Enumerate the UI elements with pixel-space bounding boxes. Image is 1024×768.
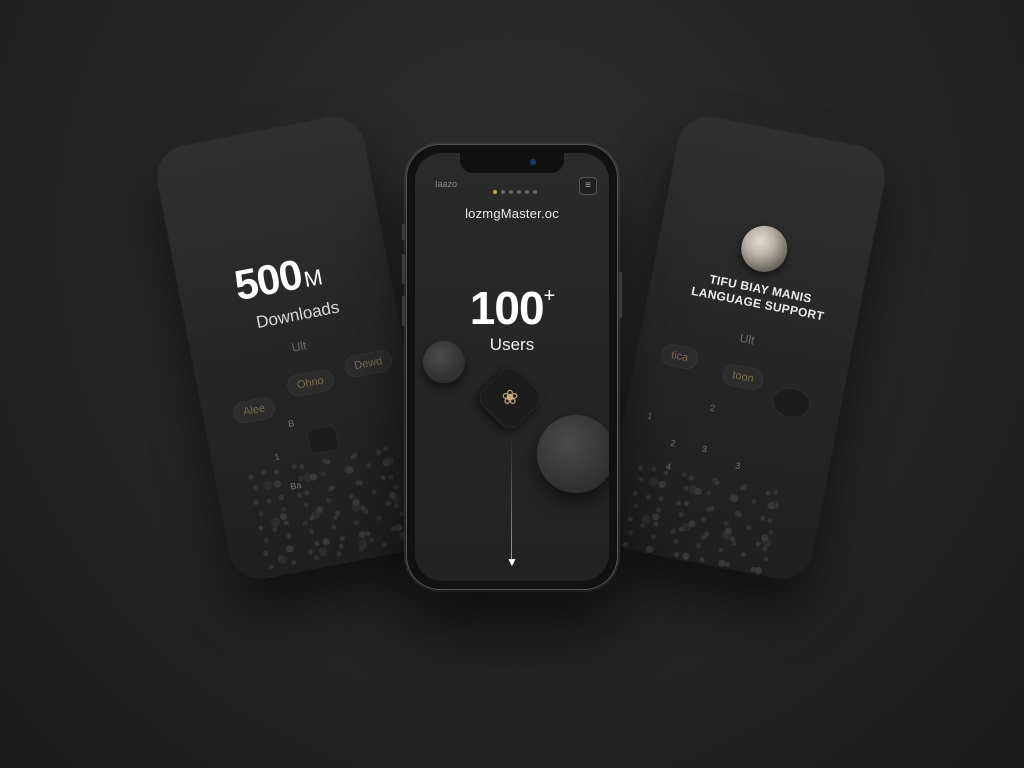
globe-icon (737, 221, 792, 276)
camera-icon (530, 159, 536, 165)
page-dot[interactable] (509, 190, 513, 194)
chip-ohno[interactable]: Ohno (285, 367, 336, 399)
phone-side-button (402, 296, 405, 326)
showcase-stage: 500M Downloads Ult Ohno Dewd Alee B 1 Ba… (0, 0, 1024, 768)
background-texture (615, 459, 785, 584)
page-indicator[interactable] (493, 190, 537, 194)
phone-side-button (402, 254, 405, 284)
downloads-stat: 500M (231, 247, 325, 311)
page-dot[interactable] (525, 190, 529, 194)
keypad-key[interactable] (769, 384, 813, 422)
phone-notch (460, 153, 564, 173)
downloads-suffix: M (301, 264, 324, 293)
clover-icon: ❀ (501, 387, 519, 409)
downloads-card: 500M Downloads Ult Ohno Dewd Alee B 1 Ba (151, 112, 443, 584)
scroll-indicator-line (511, 435, 512, 559)
keypad-label: 2 (669, 437, 677, 449)
decorative-orb (537, 415, 609, 493)
chip-tica[interactable]: tica (659, 342, 701, 372)
keypad-label: 2 (709, 402, 716, 414)
page-dot[interactable] (533, 190, 537, 194)
faint-label: Ult (738, 330, 756, 348)
arrow-down-icon[interactable]: ▼ (504, 555, 520, 569)
language-card: TIFU BIAY MANIS LANGUAGE SUPPORT Ult tic… (599, 112, 891, 584)
faint-label: Ult (290, 338, 308, 355)
menu-icon[interactable]: ≡ (579, 177, 597, 195)
status-text: Iaazo (435, 179, 458, 189)
users-value: 100 (469, 282, 545, 334)
page-dot[interactable] (517, 190, 521, 194)
keypad-label: 3 (701, 443, 708, 455)
phone-side-button (619, 272, 622, 318)
language-title: TIFU BIAY MANIS LANGUAGE SUPPORT (683, 268, 836, 326)
page-dot[interactable] (501, 190, 505, 194)
keypad-label: B (287, 417, 296, 429)
users-label: Users (489, 335, 535, 354)
users-stat: 100+ (415, 281, 609, 335)
keypad-key[interactable] (305, 424, 341, 456)
keypad-label: 1 (646, 410, 654, 422)
phone-side-button (402, 224, 405, 240)
users-suffix: + (543, 285, 556, 307)
phone-device: Iaazo ≡ lozmgMaster.oc 100+ Users ❀ ▼ (402, 144, 622, 590)
keypad-label: 3 (734, 460, 742, 472)
background-texture (244, 441, 413, 579)
downloads-value: 500 (230, 250, 306, 310)
chip-toon[interactable]: toon (720, 362, 766, 392)
app-brand: lozmgMaster.oc (465, 206, 559, 221)
chip-dewd[interactable]: Dewd (342, 348, 395, 380)
chip-alee[interactable]: Alee (231, 395, 277, 426)
phone-screen: Iaazo ≡ lozmgMaster.oc 100+ Users ❀ ▼ (415, 153, 609, 581)
page-dot-active[interactable] (493, 190, 497, 194)
keypad-label: 1 (273, 451, 281, 463)
